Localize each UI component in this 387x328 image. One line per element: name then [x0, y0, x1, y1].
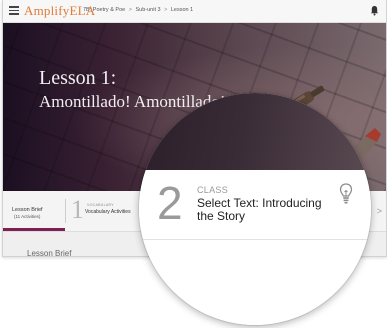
tab-lesson-brief[interactable]: Lesson Brief (11 Activities) — [3, 191, 65, 231]
tab-lesson-brief-label: Lesson Brief — [12, 207, 43, 213]
activity-category: VOCABULARY — [87, 203, 114, 207]
magnifier-callout: 2 CLASS Select Text: Introducing the Sto… — [139, 93, 371, 325]
tab-activity-1[interactable]: 1 VOCABULARY Vocabulary Activities — [65, 191, 145, 231]
activity-card-2[interactable]: 2 CLASS Select Text: Introducing the Sto… — [139, 170, 371, 240]
menu-icon[interactable] — [9, 6, 19, 15]
magnified-hero — [139, 93, 371, 170]
activity-name: Vocabulary Activities — [85, 209, 131, 215]
activity-card-category: CLASS — [197, 185, 229, 195]
breadcrumb-separator: > — [128, 7, 132, 13]
breadcrumb: 7B: Poetry & Poe > Sub-unit 3 > Lesson 1 — [83, 7, 193, 13]
breadcrumb-item-unit[interactable]: 7B: Poetry & Poe — [83, 7, 125, 13]
activity-card-title: Select Text: Introducing the Story — [197, 196, 322, 223]
lesson-number: Lesson 1: — [39, 67, 117, 89]
breadcrumb-item-subunit[interactable]: Sub-unit 3 — [135, 7, 160, 13]
breadcrumb-item-lesson[interactable]: Lesson 1 — [171, 7, 193, 13]
activity-card-number: 2 — [157, 177, 183, 229]
section-heading: Lesson Brief — [27, 249, 72, 257]
activity-number: 1 — [71, 195, 84, 224]
chevron-right-icon[interactable]: > — [377, 206, 382, 216]
tab-lesson-brief-count: (11 Activities) — [14, 214, 41, 219]
magnified-content-area — [139, 240, 371, 325]
top-bar: AmplifyELA 7B: Poetry & Poe > Sub-unit 3… — [3, 0, 386, 23]
breadcrumb-separator: > — [164, 7, 168, 13]
bell-icon[interactable] — [370, 5, 379, 16]
lightbulb-icon — [339, 183, 353, 204]
